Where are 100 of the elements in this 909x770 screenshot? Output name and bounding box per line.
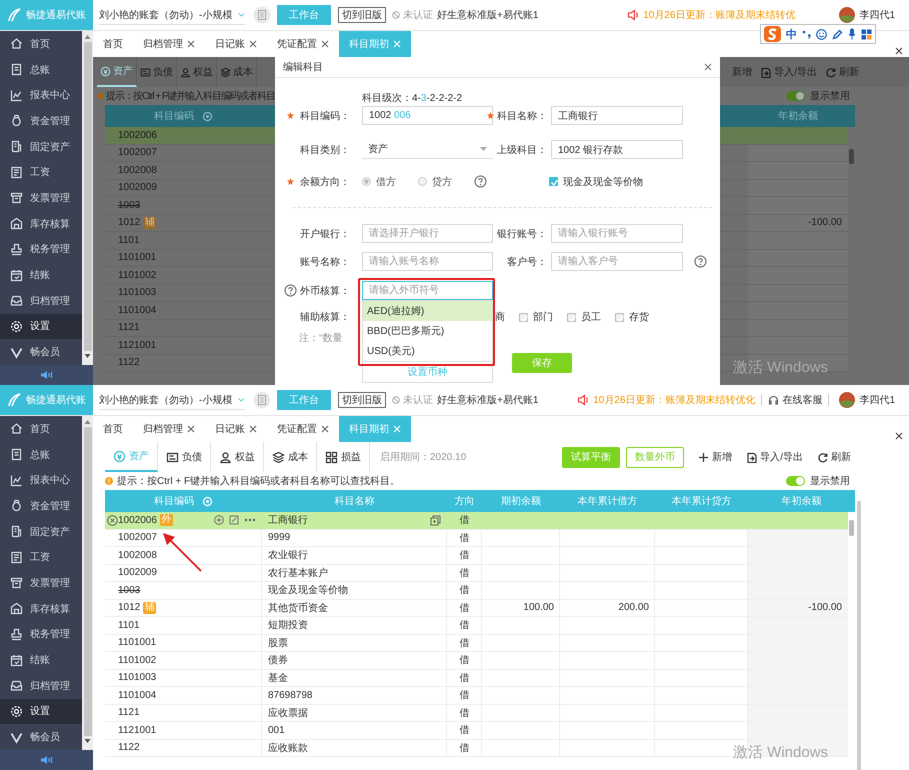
close-icon[interactable] [704, 63, 712, 71]
sidebar-item[interactable]: 设置 [0, 314, 82, 340]
dropdown-option[interactable]: BBD(巴巴多斯元) [363, 321, 492, 341]
dropdown-option[interactable]: USD(美元) [363, 341, 492, 361]
pen-icon[interactable] [832, 28, 843, 40]
copy-icon[interactable] [430, 514, 441, 526]
sidebar-item[interactable]: 税务管理 [0, 622, 82, 648]
scroll-thumb[interactable] [84, 42, 92, 351]
close-icon[interactable] [249, 425, 257, 433]
scroll-thumb[interactable] [849, 149, 854, 164]
down-arrow-icon[interactable] [84, 738, 91, 744]
sidebar-item[interactable]: 工资 [0, 159, 82, 186]
subtab[interactable]: 损益 [317, 442, 370, 472]
user-name[interactable]: 李四代1 [859, 393, 895, 407]
close-icon[interactable] [895, 432, 903, 440]
tab[interactable]: 归档管理 [133, 416, 205, 442]
toolbox-icon[interactable] [861, 28, 872, 40]
microphone-icon[interactable] [848, 28, 856, 40]
subtab[interactable]: 权益 [211, 442, 264, 472]
close-icon[interactable] [321, 425, 329, 433]
sidebar-item[interactable]: 结账 [0, 647, 82, 673]
old-version-button[interactable]: 切到旧版 [338, 392, 386, 408]
close-icon[interactable] [249, 40, 257, 48]
input-field[interactable]: 请输入银行账号 [551, 224, 683, 243]
toolbar-button[interactable]: 导入/导出 [746, 450, 803, 464]
help-icon[interactable] [474, 175, 487, 188]
help-icon[interactable] [694, 255, 707, 268]
up-arrow-icon[interactable] [84, 34, 91, 40]
sidebar-item[interactable]: 设置 [0, 698, 82, 724]
down-arrow-icon[interactable] [84, 353, 91, 359]
toggle-switch[interactable] [786, 476, 805, 486]
edit-icon[interactable] [229, 515, 239, 526]
smiley-icon[interactable] [816, 28, 827, 40]
sidebar-item[interactable]: 总账 [0, 56, 82, 82]
sidebar-item[interactable]: 资金管理 [0, 493, 82, 519]
avatar[interactable] [839, 7, 856, 23]
sidebar-item[interactable]: 资金管理 [0, 108, 82, 134]
tab[interactable]: 首页 [93, 31, 133, 57]
remove-icon[interactable] [107, 514, 118, 526]
sidebar-item[interactable]: 归档管理 [0, 288, 82, 314]
subtab[interactable]: 资产 [97, 57, 137, 87]
dropdown-option[interactable]: AED(迪拉姆) [363, 301, 492, 321]
sidebar-item[interactable]: 畅会员 [0, 724, 82, 750]
code-field[interactable]: 1002 006 [362, 106, 493, 125]
help-icon[interactable] [284, 284, 296, 297]
sidebar-item[interactable]: 库存核算 [0, 210, 82, 236]
avatar[interactable] [839, 392, 856, 408]
toolbar-button[interactable]: 刷新 [817, 450, 851, 464]
close-icon[interactable] [187, 40, 195, 48]
input-field[interactable]: 1002 银行存款 [551, 140, 683, 159]
sidebar-item[interactable]: 总账 [0, 442, 82, 468]
old-version-button[interactable]: 切到旧版 [338, 7, 386, 23]
input-field[interactable]: 工商银行 [551, 106, 683, 125]
sidebar-item[interactable]: 首页 [0, 31, 82, 57]
tab[interactable]: 凭证配置 [267, 31, 339, 57]
service-link[interactable]: 在线客服 [768, 393, 822, 407]
radio-button[interactable] [362, 177, 371, 186]
scroll-thumb[interactable] [849, 520, 854, 536]
toolbar-button[interactable]: 新增 [698, 450, 732, 464]
sidebar-item[interactable]: 固定资产 [0, 134, 82, 160]
up-arrow-icon[interactable] [84, 419, 91, 425]
tab[interactable]: 首页 [93, 416, 133, 442]
subtab[interactable]: 负债 [158, 442, 211, 472]
sidebar-item[interactable]: 报表中心 [0, 467, 82, 494]
user-name[interactable]: 李四代1 [859, 8, 895, 22]
sidebar-item[interactable]: 结账 [0, 262, 82, 288]
sidebar-item[interactable]: 归档管理 [0, 672, 82, 699]
sidebar-item[interactable]: 固定资产 [0, 518, 82, 544]
input-mode[interactable]: 中 [786, 26, 797, 42]
close-icon[interactable] [321, 40, 329, 48]
input-field[interactable]: 请输入客户号 [551, 252, 683, 271]
tab[interactable]: 日记账 [205, 31, 267, 57]
tab[interactable]: 归档管理 [133, 31, 205, 57]
sidebar-item[interactable]: 库存核算 [0, 596, 82, 622]
bank-select[interactable]: 请选择开户银行 [362, 224, 493, 243]
sidebar-item[interactable]: 畅会员 [0, 339, 82, 365]
subtab[interactable]: 成本 [264, 442, 317, 472]
radio-button[interactable] [418, 177, 427, 186]
sidebar-item[interactable]: 发票管理 [0, 570, 82, 596]
sidebar-item[interactable]: 报表中心 [0, 82, 82, 108]
scroll-thumb[interactable] [84, 427, 92, 736]
tab[interactable]: 日记账 [205, 416, 267, 442]
input-field[interactable]: 请输入账号名称 [362, 252, 493, 271]
account-select[interactable]: 刘小艳的账套（勿动）-小规模 [99, 390, 245, 410]
sidebar-item[interactable]: 首页 [0, 416, 82, 442]
account-select[interactable]: 刘小艳的账套（勿动）-小规模 [99, 6, 245, 24]
close-icon[interactable] [895, 47, 903, 55]
sidebar-item[interactable]: 工资 [0, 544, 82, 570]
settings-icon[interactable] [202, 110, 213, 122]
toggle-switch[interactable] [786, 91, 805, 101]
close-icon[interactable] [187, 425, 195, 433]
more-icon[interactable] [244, 518, 256, 522]
sidebar-item[interactable]: 发票管理 [0, 185, 82, 211]
add-icon[interactable] [214, 515, 224, 526]
document-icon[interactable] [253, 391, 271, 409]
punctuation-icon[interactable] [802, 30, 811, 38]
tab[interactable]: 凭证配置 [267, 416, 339, 442]
document-icon[interactable] [253, 6, 271, 24]
sidebar-item[interactable]: 税务管理 [0, 236, 82, 262]
currency-field[interactable]: 请输入外币符号 [362, 281, 493, 300]
